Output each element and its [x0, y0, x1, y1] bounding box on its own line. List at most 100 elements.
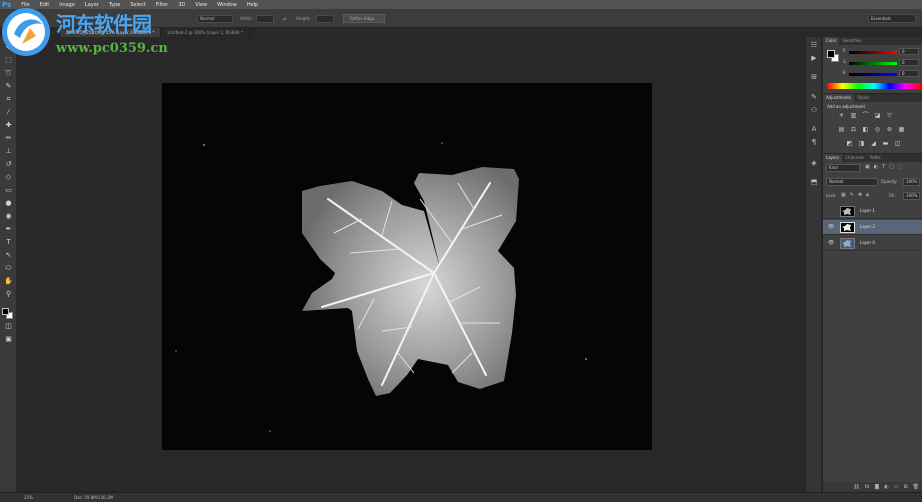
new-adjustment-icon[interactable]: ◐ — [884, 484, 888, 490]
new-layer-icon[interactable]: ⊞ — [903, 484, 907, 490]
tab-adjustments[interactable]: Adjustments — [823, 94, 855, 102]
tab-styles[interactable]: Styles — [854, 94, 872, 102]
healing-brush-tool-icon[interactable]: ✚ — [4, 121, 13, 130]
selective-color-icon[interactable]: ◫ — [893, 140, 902, 148]
clone-stamp-tool-icon[interactable]: ⊥ — [4, 147, 13, 156]
tab-document-3[interactable]: Untitled-2 @ 100% (Layer 2, RGB/8) * — [161, 28, 250, 37]
menu-help[interactable]: Help — [242, 2, 263, 8]
add-mask-icon[interactable]: ◙ — [874, 484, 879, 490]
3d-panel-icon[interactable]: ◈ — [809, 159, 819, 168]
filter-adjustment-icon[interactable]: ◐ — [874, 164, 878, 170]
foreground-color-swatch[interactable] — [2, 308, 9, 315]
layer-name[interactable]: Layer 1 — [860, 208, 875, 213]
pen-tool-icon[interactable]: ✒ — [4, 225, 13, 234]
black-white-icon[interactable]: ◧ — [861, 126, 870, 134]
lasso-tool-icon[interactable]: ➰ — [4, 69, 13, 78]
brightness-contrast-icon[interactable]: ☀ — [837, 112, 846, 120]
eye-icon[interactable]: 👁︎ — [827, 239, 835, 247]
menu-view[interactable]: View — [190, 2, 212, 8]
shape-tool-icon[interactable]: ⬭ — [4, 264, 13, 273]
type-tool-icon[interactable]: T — [4, 238, 13, 247]
filter-smart-object-icon[interactable]: ⬚ — [898, 164, 903, 170]
menu-type[interactable]: Type — [104, 2, 125, 8]
layer-kind-filter[interactable]: Kind — [826, 164, 860, 172]
color-balance-icon[interactable]: ⚖ — [849, 126, 858, 134]
layer-row[interactable]: 👁︎ Layer 0 — [823, 236, 922, 251]
style-select[interactable]: Normal — [197, 15, 233, 23]
menu-layer[interactable]: Layer — [80, 2, 104, 8]
blend-mode-select[interactable]: Normal — [826, 178, 878, 186]
lock-all-icon[interactable]: 🔒︎ — [866, 192, 869, 198]
eraser-tool-icon[interactable]: ◇ — [4, 173, 13, 182]
layer-row[interactable]: 👁︎ Layer 2 — [823, 220, 922, 235]
menu-select[interactable]: Select — [125, 2, 150, 8]
swap-icon[interactable]: ⇄ — [283, 16, 286, 21]
gradient-map-icon[interactable]: ▬ — [881, 140, 890, 148]
menu-image[interactable]: Image — [54, 2, 80, 8]
color-spectrum[interactable] — [827, 83, 921, 89]
threshold-icon[interactable]: ◢ — [869, 140, 878, 148]
history-brush-tool-icon[interactable]: ↺ — [4, 160, 13, 169]
menu-filter[interactable]: Filter — [151, 2, 173, 8]
color-slider-b[interactable]: B 0 — [843, 70, 921, 78]
refine-edge-button[interactable]: Refine Edge... — [343, 14, 385, 23]
quick-select-tool-icon[interactable]: ✎ — [4, 82, 13, 91]
brush-panel-icon[interactable]: ✎ — [809, 93, 819, 102]
layer-row[interactable]: Layer 1 — [823, 204, 922, 219]
clone-source-panel-icon[interactable]: ⚇ — [809, 106, 819, 115]
tab-swatches[interactable]: Swatches — [839, 37, 864, 45]
path-select-tool-icon[interactable]: ↖ — [4, 251, 13, 260]
zoom-level[interactable]: 25% — [24, 495, 33, 500]
color-lookup-icon[interactable]: ▦ — [897, 126, 906, 134]
delete-layer-icon[interactable]: 🗑︎ — [913, 484, 919, 490]
filter-pixel-icon[interactable]: ▣ — [865, 164, 870, 170]
filter-shape-icon[interactable]: ▢ — [889, 164, 894, 170]
properties-panel-icon[interactable]: ⊞ — [809, 73, 819, 82]
layer-name[interactable]: Layer 2 — [860, 224, 875, 229]
screen-mode-icon[interactable]: ▣ — [4, 335, 13, 344]
timeline-panel-icon[interactable]: ⬒ — [809, 178, 819, 187]
eyedropper-tool-icon[interactable]: ⁄ — [4, 108, 13, 117]
quick-mask-icon[interactable]: ◫ — [4, 322, 13, 331]
channel-value[interactable]: 0 — [899, 70, 919, 77]
color-slider-g[interactable]: G 0 — [843, 59, 921, 67]
character-panel-icon[interactable]: A — [809, 125, 819, 134]
fill-input[interactable]: 100% — [903, 192, 920, 200]
workspace-select[interactable]: Essentials — [868, 14, 916, 23]
zoom-tool-icon[interactable]: ⚲ — [4, 290, 13, 299]
layer-name[interactable]: Layer 0 — [860, 240, 875, 245]
color-slider-r[interactable]: R 0 — [843, 48, 921, 56]
levels-icon[interactable]: ▥ — [849, 112, 858, 120]
photo-filter-icon[interactable]: ◎ — [873, 126, 882, 134]
blur-tool-icon[interactable]: ● — [4, 199, 13, 208]
lock-position-icon[interactable]: ✥ — [858, 192, 862, 198]
document-canvas[interactable] — [162, 83, 652, 450]
lock-transparency-icon[interactable]: ▦ — [841, 192, 846, 198]
channel-gradient[interactable] — [849, 73, 897, 76]
paragraph-panel-icon[interactable]: ¶ — [809, 138, 819, 147]
tab-color[interactable]: Color — [823, 37, 840, 45]
menu-3d[interactable]: 3D — [173, 2, 190, 8]
link-layers-icon[interactable]: ⛓ — [853, 484, 859, 490]
layer-style-icon[interactable]: fx — [865, 484, 870, 490]
actions-panel-icon[interactable]: ▶ — [809, 54, 819, 63]
visibility-toggle[interactable] — [827, 207, 835, 215]
channel-gradient[interactable] — [849, 62, 897, 65]
opacity-input[interactable]: 100% — [903, 178, 920, 186]
invert-icon[interactable]: ◩ — [845, 140, 854, 148]
tab-layers[interactable]: Layers — [823, 154, 843, 162]
eye-icon[interactable]: 👁︎ — [827, 223, 835, 231]
curves-icon[interactable]: ⌒ — [861, 112, 870, 120]
brush-tool-icon[interactable]: ✏ — [4, 134, 13, 143]
exposure-icon[interactable]: ◪ — [873, 112, 882, 120]
channel-value[interactable]: 0 — [899, 48, 919, 55]
vibrance-icon[interactable]: ▽ — [885, 112, 894, 120]
filter-type-icon[interactable]: T — [882, 164, 885, 170]
width-input[interactable] — [256, 15, 274, 23]
history-panel-icon[interactable]: ☷ — [809, 41, 819, 50]
lock-pixels-icon[interactable]: ✎ — [850, 192, 854, 198]
new-group-icon[interactable]: ▭ — [894, 484, 899, 490]
crop-tool-icon[interactable]: ⌗ — [4, 95, 13, 104]
channel-value[interactable]: 0 — [899, 59, 919, 66]
dodge-tool-icon[interactable]: ◉ — [4, 212, 13, 221]
